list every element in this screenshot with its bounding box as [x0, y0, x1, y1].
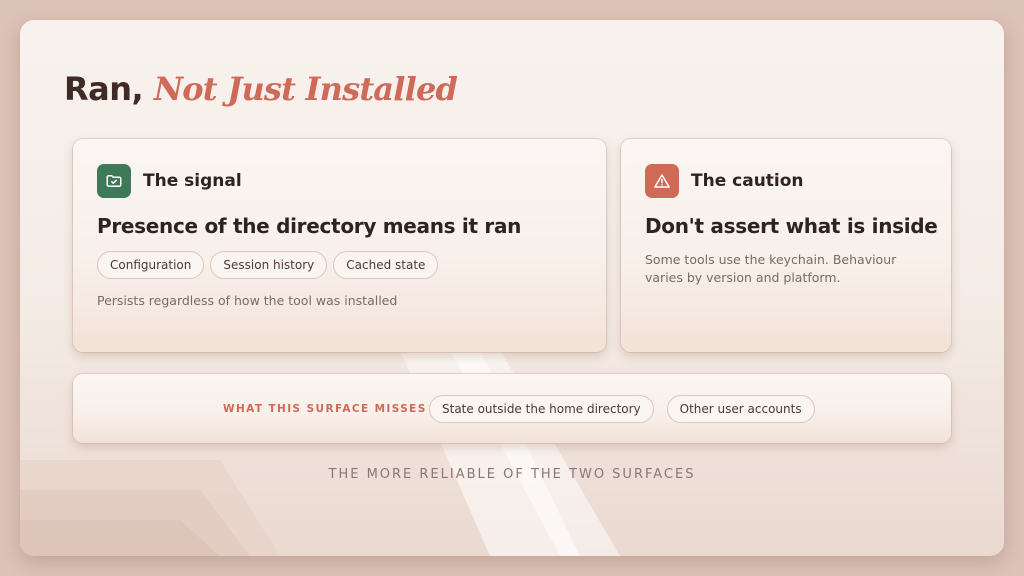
caution-text: Some tools use the keychain. Behaviour v… — [645, 252, 897, 285]
chip-other-user-accounts: Other user accounts — [666, 395, 815, 423]
misses-card: WHAT THIS SURFACE MISSES State outside t… — [73, 374, 951, 443]
chip-session-history: Session history — [210, 251, 328, 279]
misses-label: WHAT THIS SURFACE MISSES — [223, 403, 427, 415]
caution-label: The caution — [691, 171, 804, 191]
caution-heading: Don't assert what is inside — [645, 214, 938, 238]
page-title: Ran, Not Just Installed — [64, 70, 458, 108]
signal-label: The signal — [143, 171, 242, 191]
chip-cached-state: Cached state — [333, 251, 439, 279]
caution-card: The caution Don't assert what is inside … — [621, 139, 951, 352]
warning-triangle-icon — [645, 164, 679, 198]
signal-heading: Presence of the directory means it ran — [97, 214, 522, 238]
title-accent: Not Just Installed — [153, 70, 458, 108]
chip-configuration: Configuration — [97, 251, 205, 279]
signal-card: The signal Presence of the directory mea… — [73, 139, 606, 352]
misses-chips: State outside the home directory Other u… — [429, 395, 815, 423]
footer-caption: THE MORE RELIABLE OF THE TWO SURFACES — [328, 467, 696, 482]
chip-state-outside-home: State outside the home directory — [429, 395, 654, 423]
title-plain: Ran, — [64, 70, 144, 108]
slide: Ran, Not Just Installed The signal Prese… — [20, 20, 1004, 556]
signal-chips: Configuration Session history Cached sta… — [97, 251, 439, 279]
folder-check-icon — [97, 164, 131, 198]
signal-note: Persists regardless of how the tool was … — [97, 293, 398, 308]
